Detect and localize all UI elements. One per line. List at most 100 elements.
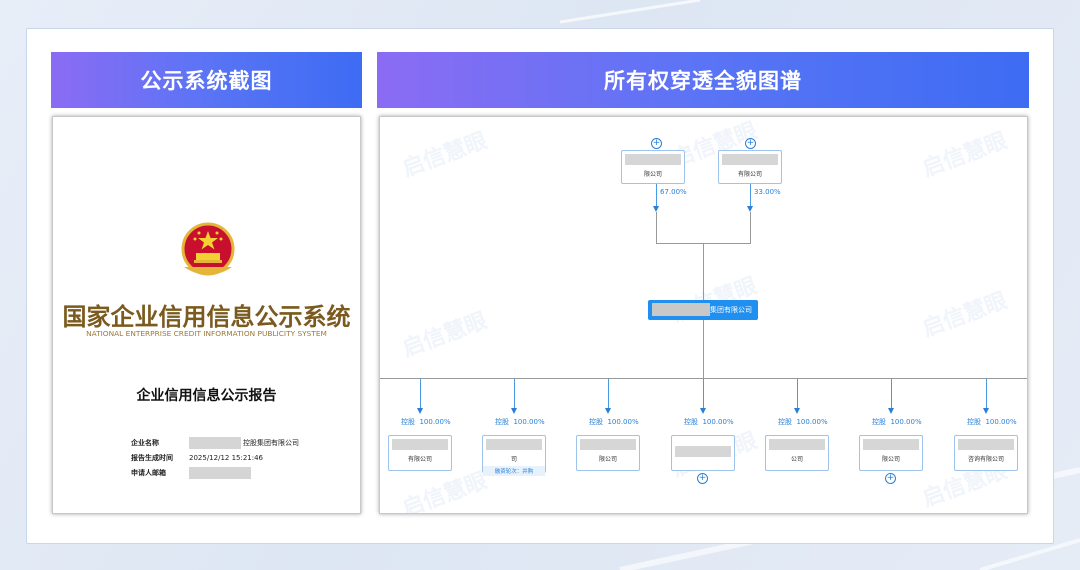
share-percent: 33.00% (754, 188, 781, 196)
redacted-block (189, 467, 251, 479)
redacted-block (769, 439, 825, 450)
report-time-value: 2025/12/12 15:21:46 (189, 454, 264, 462)
connector-line (608, 379, 609, 409)
redacted-block (580, 439, 636, 450)
holding-type: 控股 (401, 418, 415, 426)
applicant-email-label: 申请人邮箱 (131, 469, 166, 477)
expand-button[interactable]: + (651, 138, 662, 149)
report-time-row: 报告生成时间 2025/12/12 15:21:46 (131, 453, 263, 463)
expand-button[interactable]: + (697, 473, 708, 484)
holding-type: 控股 (589, 418, 603, 426)
holding-percent: 100.00% (985, 418, 1017, 426)
subsidiary-node[interactable]: 司融资轮次：并购 (482, 435, 546, 476)
shareholder-node[interactable]: 有限公司 (718, 150, 782, 184)
company-name-row: 企业名称 控股集团有限公司 (131, 437, 299, 449)
expand-button[interactable]: + (885, 473, 896, 484)
connector-line (703, 379, 704, 409)
report-time-label: 报告生成时间 (131, 454, 173, 462)
holding-percent: 100.00% (796, 418, 828, 426)
arrow-icon (983, 408, 989, 414)
holding-tag: 控股 100.00% (401, 417, 451, 427)
holding-type: 控股 (872, 418, 886, 426)
connector-line (380, 378, 1027, 379)
right-section-header: 所有权穿透全貌图谱 (377, 52, 1029, 108)
redacted-block (675, 446, 731, 457)
holding-tag: 控股 100.00% (967, 417, 1017, 427)
system-subtitle: NATIONAL ENTERPRISE CREDIT INFORMATION P… (86, 329, 327, 338)
arrow-icon (888, 408, 894, 414)
holding-percent: 100.00% (419, 418, 451, 426)
arrow-icon (700, 408, 706, 414)
connector-line (656, 184, 657, 206)
national-emblem-icon (181, 222, 235, 276)
share-percent: 67.00% (660, 188, 687, 196)
left-section-header: 公示系统截图 (51, 52, 362, 108)
redacted-block (722, 154, 778, 165)
connector-line (750, 212, 751, 243)
connector-line (891, 379, 892, 409)
connector-line (703, 320, 704, 378)
connector-line (656, 212, 657, 243)
redacted-block (625, 154, 681, 165)
ownership-graph-panel: 启信慧眼 启信慧眼 启信慧眼 启信慧眼 启信慧眼 启信慧眼 启信慧眼 启信慧眼 … (379, 116, 1028, 514)
redacted-block (652, 303, 710, 316)
subsidiary-node[interactable]: 有限公司 (388, 435, 452, 471)
applicant-email-row: 申请人邮箱 (131, 467, 251, 479)
report-title: 企业信用信息公示报告 (136, 388, 277, 404)
redacted-block (863, 439, 919, 450)
shareholder-name: 有限公司 (737, 171, 762, 178)
holding-tag: 控股 100.00% (778, 417, 828, 427)
arrow-icon (605, 408, 611, 414)
redacted-block (958, 439, 1014, 450)
company-name-label: 企业名称 (131, 439, 159, 447)
connector-line (986, 379, 987, 409)
subsidiary-node[interactable]: 限公司 (576, 435, 640, 471)
subsidiary-name: 有限公司 (407, 456, 432, 463)
holding-tag: 控股 100.00% (872, 417, 922, 427)
watermark: 启信慧眼 (919, 128, 1011, 183)
holding-percent: 100.00% (890, 418, 922, 426)
arrow-icon (511, 408, 517, 414)
system-title: 国家企业信用信息公示系统 (62, 303, 351, 331)
connector-line (703, 243, 704, 300)
holding-type: 控股 (967, 418, 981, 426)
holding-type: 控股 (495, 418, 509, 426)
arrow-icon (794, 408, 800, 414)
report-document-panel: 国家企业信用信息公示系统 NATIONAL ENTERPRISE CREDIT … (52, 116, 361, 514)
shareholder-name: 限公司 (643, 171, 662, 178)
company-name-value: 控股集团有限公司 (243, 439, 299, 447)
subsidiary-name: 咨询有限公司 (967, 456, 1004, 463)
redacted-block (189, 437, 241, 449)
holding-tag: 控股 100.00% (495, 417, 545, 427)
expand-button[interactable]: + (745, 138, 756, 149)
subsidiary-name: 公司 (790, 456, 803, 463)
target-company-node[interactable]: 集团有限公司 (648, 300, 758, 320)
subsidiary-node[interactable]: 限公司 (859, 435, 923, 471)
connector-line (420, 379, 421, 409)
subsidiary-name: 司 (510, 456, 517, 463)
holding-percent: 100.00% (702, 418, 734, 426)
connector-line (514, 379, 515, 409)
redacted-block (486, 439, 542, 450)
watermark: 启信慧眼 (399, 128, 491, 183)
holding-type: 控股 (684, 418, 698, 426)
subsidiary-name: 限公司 (881, 456, 900, 463)
watermark: 启信慧眼 (399, 308, 491, 363)
holding-type: 控股 (778, 418, 792, 426)
shareholder-node[interactable]: 限公司 (621, 150, 685, 184)
arrow-icon (417, 408, 423, 414)
target-company-name: 集团有限公司 (710, 306, 752, 314)
holding-tag: 控股 100.00% (589, 417, 639, 427)
watermark: 启信慧眼 (919, 288, 1011, 343)
subsidiary-node[interactable] (671, 435, 735, 471)
subsidiary-node[interactable]: 咨询有限公司 (954, 435, 1018, 471)
connector-line (797, 379, 798, 409)
financing-note: 融资轮次：并购 (483, 466, 545, 476)
holding-percent: 100.00% (607, 418, 639, 426)
redacted-block (392, 439, 448, 450)
subsidiary-node[interactable]: 公司 (765, 435, 829, 471)
connector-line (750, 184, 751, 206)
subsidiary-name: 限公司 (598, 456, 617, 463)
holding-tag: 控股 100.00% (684, 417, 734, 427)
holding-percent: 100.00% (513, 418, 545, 426)
